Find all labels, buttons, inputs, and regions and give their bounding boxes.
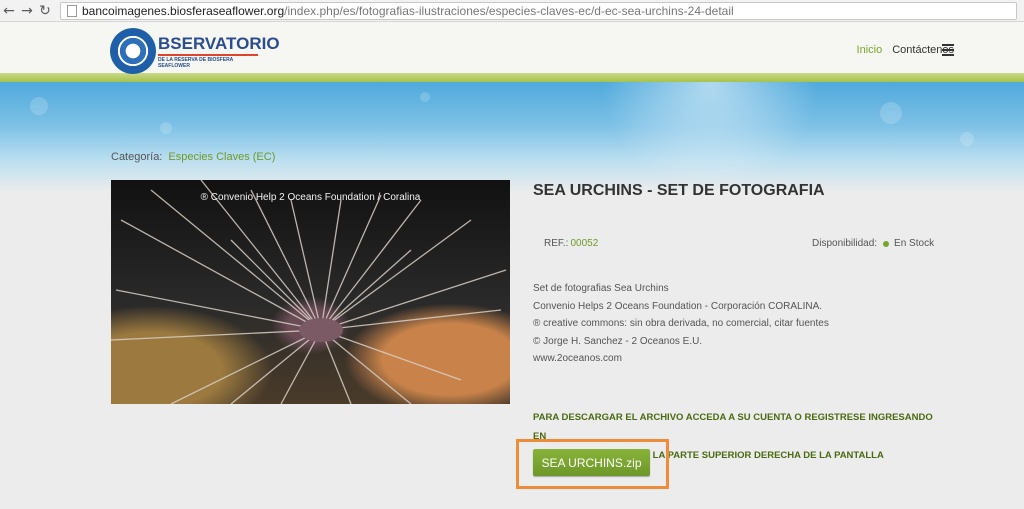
page-icon xyxy=(67,5,77,17)
category-line: Categoría: Especies Claves (EC) xyxy=(111,151,275,163)
description-line: ® creative commons: sin obra derivada, n… xyxy=(533,318,829,329)
logo-emblem-icon xyxy=(110,28,156,74)
availability-label: Disponibilidad: xyxy=(812,238,878,249)
forward-arrow-icon[interactable]: → xyxy=(18,2,36,20)
site-logo[interactable]: BSERVATORIO DE LA RESERVA DE BIOSFERA SE… xyxy=(110,26,280,76)
menu-icon[interactable] xyxy=(942,44,954,56)
product-title: SEA URCHINS - SET DE FOTOGRAFIA xyxy=(533,182,825,199)
nav-inicio-link[interactable]: Inicio xyxy=(857,44,883,56)
reload-icon[interactable]: ↻ xyxy=(36,2,54,20)
download-button[interactable]: SEA URCHINS.zip xyxy=(533,449,650,476)
bubble xyxy=(880,102,902,124)
bubble xyxy=(160,122,172,134)
description-line: Convenio Helps 2 Oceans Foundation - Cor… xyxy=(533,300,823,312)
description-line: © Jorge H. Sanchez - 2 Oceanos E.U. xyxy=(533,335,703,347)
url-domain: bancoimagenes.biosferaseaflower.org xyxy=(82,4,285,18)
logo-subtitle: DE LA RESERVA DE BIOSFERA SEAFLOWER xyxy=(158,53,258,69)
url-path: /index.php/es/fotografias-ilustraciones/… xyxy=(284,4,734,18)
bubble xyxy=(420,92,430,102)
category-link[interactable]: Especies Claves (EC) xyxy=(168,151,275,163)
ref-value: 00052 xyxy=(570,238,599,249)
description-line: Set de fotografias Sea Urchins xyxy=(533,283,669,294)
back-arrow-icon[interactable]: ← xyxy=(0,2,18,20)
in-stock-dot-icon xyxy=(883,240,890,247)
reference: REF.: 00052 xyxy=(544,238,598,249)
top-navigation: Inicio Contáctenos xyxy=(857,44,954,56)
ref-label: REF.: xyxy=(544,238,569,249)
product-description: Set de fotografias Sea Urchins Convenio … xyxy=(533,280,829,368)
product-photo[interactable]: ® Convenio Help 2 Oceans Foundation / Co… xyxy=(111,180,510,404)
hero-banner xyxy=(0,82,1024,192)
bubble xyxy=(30,97,48,115)
sea-urchin-spines xyxy=(111,180,507,404)
availability: Disponibilidad: En Stock xyxy=(812,238,934,249)
browser-toolbar: ← → ↻ bancoimagenes.biosferaseaflower.or… xyxy=(0,0,1024,22)
description-line: www.2oceanos.com xyxy=(533,353,622,364)
logo-title: BSERVATORIO xyxy=(158,33,280,53)
address-bar[interactable]: bancoimagenes.biosferaseaflower.org/inde… xyxy=(60,2,1017,20)
availability-value: En Stock xyxy=(894,238,935,249)
bubble xyxy=(960,132,974,146)
category-label: Categoría: xyxy=(111,151,163,163)
photo-watermark: ® Convenio Help 2 Oceans Foundation / Co… xyxy=(200,192,421,203)
light-rays xyxy=(600,82,820,192)
